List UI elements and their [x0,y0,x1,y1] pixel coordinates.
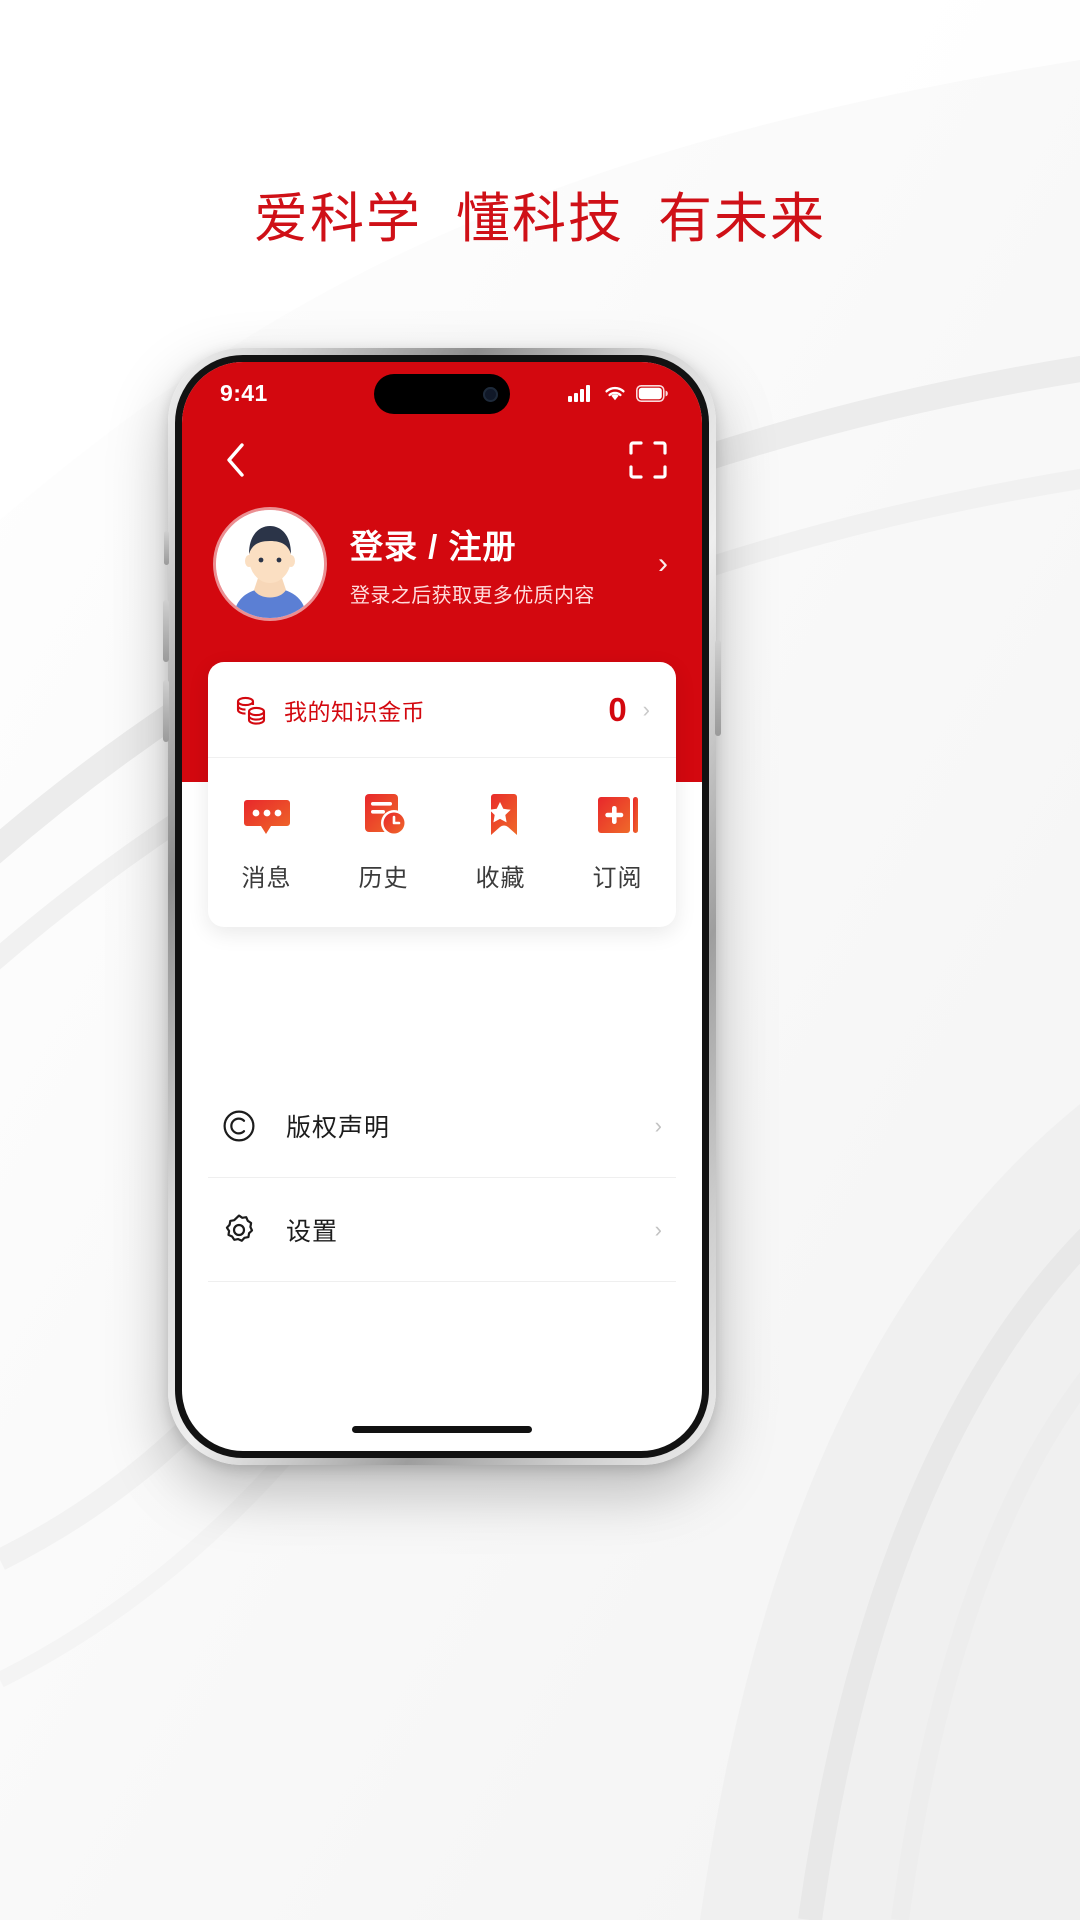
silent-switch[interactable] [164,531,169,565]
profile-text: 登录 / 注册 登录之后获取更多优质内容 [350,520,658,608]
gear-icon [225,1214,254,1242]
status-icons [568,384,668,402]
quick-action-favorites[interactable]: 收藏 [442,788,559,893]
phone-mockup: 9:41 登录 / 注册 登录之后获取更多优质内容 › 我的知识金币 0 › 消… [163,348,721,1465]
menu-chevron-right-icon: › [654,1216,662,1242]
menu-chevron-right-icon: › [654,1112,662,1138]
app-navbar [182,424,702,496]
quick-action-label: 消息 [241,865,292,892]
coin-label: 我的知识金币 [284,698,425,725]
account-card: 我的知识金币 0 › 消息 历史 收藏 订阅 [208,662,676,927]
message-bubble-icon [243,800,290,834]
avatar [216,510,324,618]
volume-down-button[interactable] [163,680,169,742]
quick-action-label: 订阅 [592,865,643,892]
profile-subtitle: 登录之后获取更多优质内容 [350,585,595,607]
quick-action-history[interactable]: 历史 [325,788,442,893]
dynamic-island [374,374,510,414]
volume-up-button[interactable] [163,600,169,662]
profile-chevron-right-icon: › [658,547,668,580]
quick-action-message[interactable]: 消息 [208,788,325,893]
front-camera-icon [483,386,498,402]
back-chevron-icon [227,443,244,477]
settings-menu: 版权声明 › 设置 › [208,1074,676,1282]
menu-item-settings[interactable]: 设置 › [208,1178,676,1282]
quick-actions-grid: 消息 历史 收藏 订阅 [208,758,676,927]
status-time: 9:41 [220,379,268,406]
phone-screen: 9:41 登录 / 注册 登录之后获取更多优质内容 › 我的知识金币 0 › 消… [182,362,702,1451]
coin-value: 0 [608,690,627,728]
bookmark-star-icon [485,794,517,835]
quick-action-label: 历史 [358,865,409,892]
menu-item-label: 版权声明 [286,1113,391,1142]
home-indicator[interactable] [352,1426,532,1433]
power-button[interactable] [715,640,721,736]
back-button[interactable] [216,440,256,480]
copyright-icon [223,1110,255,1141]
battery-icon [636,384,668,402]
coin-row[interactable]: 我的知识金币 0 › [208,662,676,758]
user-avatar-icon [216,510,324,618]
scan-button[interactable] [628,440,668,480]
profile-title: 登录 / 注册 [350,528,517,565]
coins-stack-icon [236,696,266,725]
history-clock-icon [364,794,407,836]
coin-chevron-right-icon: › [642,696,650,722]
wifi-icon [605,386,625,401]
subscribe-plus-icon [597,797,638,833]
profile-header[interactable]: 登录 / 注册 登录之后获取更多优质内容 › [182,510,702,618]
scan-qr-icon [629,441,667,479]
page-title: 爱科学 懂科技 有未来 [253,189,826,249]
quick-action-label: 收藏 [475,865,526,892]
menu-item-copyright[interactable]: 版权声明 › [208,1074,676,1178]
menu-item-label: 设置 [286,1217,339,1246]
quick-action-subscribe[interactable]: 订阅 [559,788,676,893]
cellular-signal-icon [568,385,590,402]
